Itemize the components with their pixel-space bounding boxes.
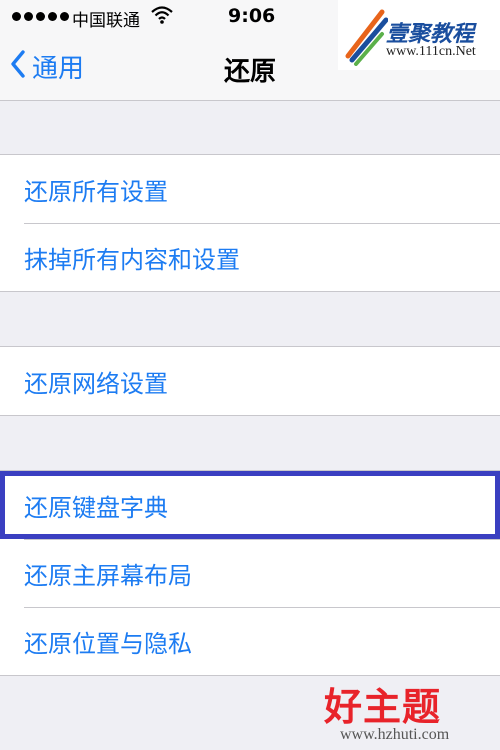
- carrier-name: 中国联通: [72, 11, 140, 31]
- watermark-url: www.hzhuti.com: [340, 726, 450, 743]
- reset-network-settings-item[interactable]: 还原网络设置: [0, 347, 500, 415]
- erase-all-content-item[interactable]: 抹掉所有内容和设置: [0, 223, 500, 291]
- reset-keyboard-dictionary-item[interactable]: 还原键盘字典: [0, 471, 500, 539]
- watermark-url: www.111cn.Net: [386, 44, 476, 59]
- status-time: 9:06: [228, 5, 276, 27]
- list-item-label: 还原位置与隐私: [24, 629, 192, 658]
- list-item-label: 还原键盘字典: [24, 493, 168, 522]
- reset-all-settings-item[interactable]: 还原所有设置: [0, 155, 500, 223]
- watermark-logo-top: 壹聚教程 www.111cn.Net: [338, 0, 500, 70]
- watermark-brand: 好主题: [324, 685, 442, 729]
- reset-location-privacy-item[interactable]: 还原位置与隐私: [0, 607, 500, 675]
- list-item-label: 还原网络设置: [24, 369, 168, 398]
- settings-group-2: 还原网络设置: [0, 346, 500, 416]
- list-item-label: 还原主屏幕布局: [24, 561, 192, 590]
- settings-group-3: 还原键盘字典 还原主屏幕布局 还原位置与隐私: [0, 470, 500, 676]
- list-item-label: 抹掉所有内容和设置: [24, 245, 240, 274]
- reset-home-screen-layout-item[interactable]: 还原主屏幕布局: [0, 539, 500, 607]
- watermark-logo-bottom: 好主题 www.hzhuti.com: [318, 676, 500, 750]
- brand-swoosh-icon: [345, 9, 388, 66]
- signal-strength-icon: [12, 12, 69, 21]
- wifi-icon: [150, 5, 174, 29]
- list-item-label: 还原所有设置: [24, 177, 168, 206]
- settings-group-1: 还原所有设置 抹掉所有内容和设置: [0, 154, 500, 292]
